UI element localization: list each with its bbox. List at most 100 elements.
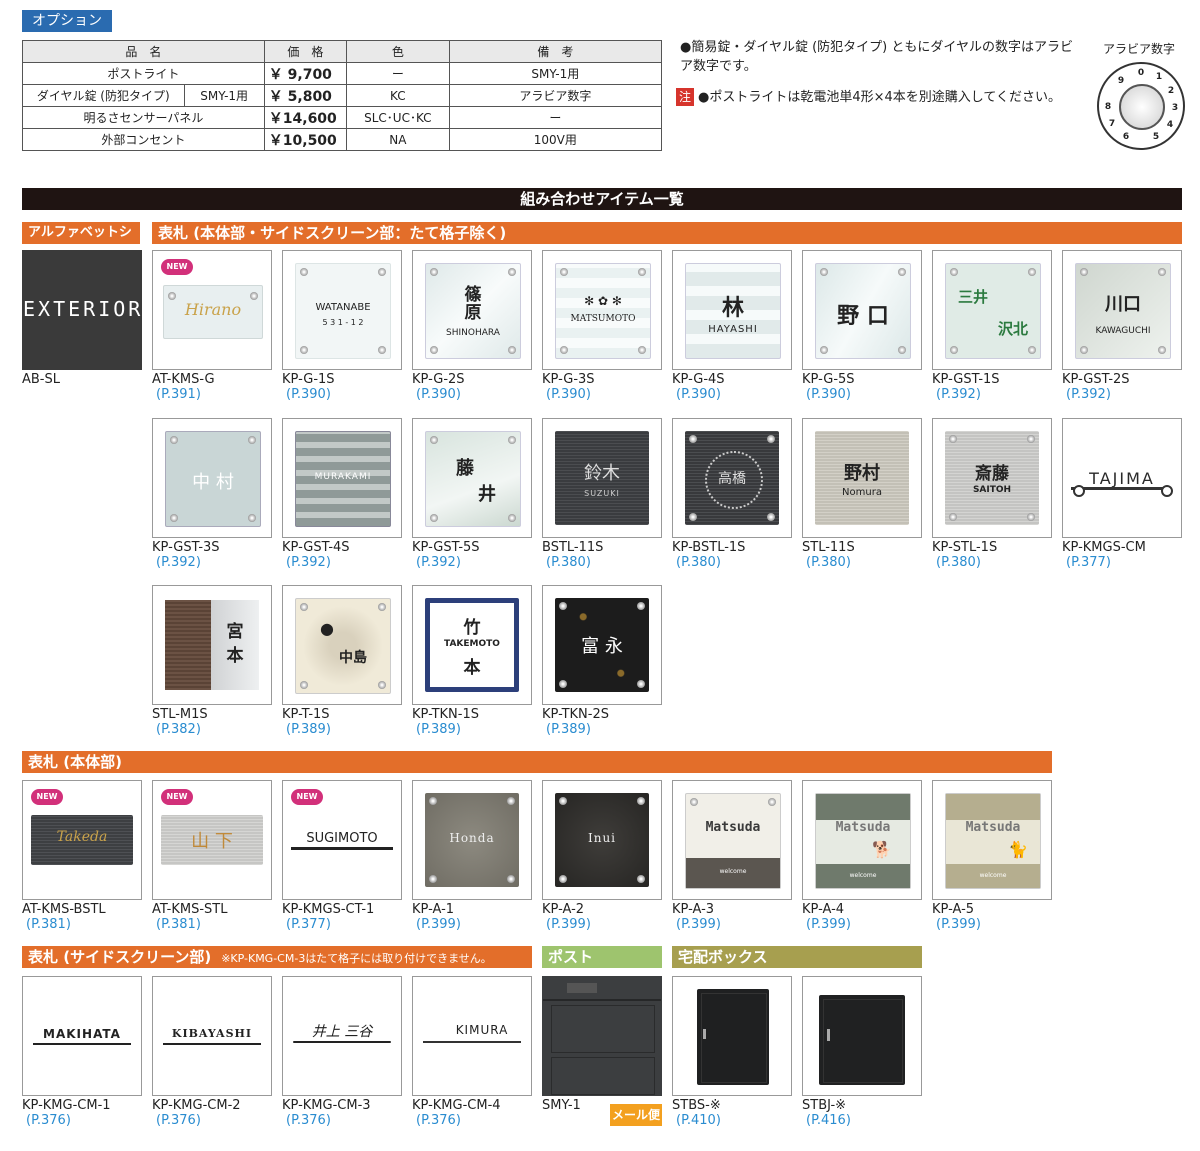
caution-mark: 注 xyxy=(676,88,694,106)
item-page-link[interactable]: (P.380) xyxy=(802,555,922,570)
item-page-link[interactable]: (P.392) xyxy=(152,555,272,570)
item-stbj[interactable]: STBJ-※ (P.416) xyxy=(802,976,922,1128)
item-kp-a-3[interactable]: Matsuda welcome KP-A-3 (P.399) xyxy=(672,780,792,932)
item-page-link[interactable]: (P.392) xyxy=(932,387,1052,402)
item-page-link[interactable]: (P.399) xyxy=(542,917,662,932)
item-page-link[interactable]: (P.376) xyxy=(152,1113,272,1128)
item-page-link[interactable]: (P.390) xyxy=(802,387,922,402)
item-at-kms-bstl[interactable]: NEW Takeda AT-KMS-BSTL (P.381) xyxy=(22,780,142,932)
item-page-link[interactable]: (P.399) xyxy=(412,917,532,932)
pin xyxy=(690,798,698,806)
item-kp-t-1s[interactable]: ● 中島 KP-T-1S (P.389) xyxy=(282,585,402,737)
dial-digit: 9 xyxy=(1117,76,1125,86)
plate-subtext: 沢北 xyxy=(997,320,1028,338)
pin xyxy=(898,268,906,276)
delivery-box-door xyxy=(701,993,767,1083)
dial-digit: 2 xyxy=(1167,86,1175,96)
pin xyxy=(508,514,516,522)
item-kp-gst-3s[interactable]: 中 村 KP-GST-3S (P.392) xyxy=(152,418,272,570)
item-kp-kmg-cm-4[interactable]: KIMURA KP-KMG-CM-4 (P.376) xyxy=(412,976,532,1128)
item-kp-bstl-1s[interactable]: 高橋 KP-BSTL-1S (P.380) xyxy=(672,418,792,570)
item-page-link[interactable]: (P.389) xyxy=(282,722,402,737)
item-page-link[interactable]: (P.377) xyxy=(282,917,402,932)
item-code: KP-G-2S xyxy=(412,372,465,387)
item-page-link[interactable]: (P.376) xyxy=(22,1113,142,1128)
item-kp-kmg-cm-2[interactable]: KIBAYASHI KP-KMG-CM-2 (P.376) xyxy=(152,976,272,1128)
item-image: 宮 本 xyxy=(152,585,272,705)
item-page-link[interactable]: (P.391) xyxy=(152,387,272,402)
item-page-link[interactable]: (P.399) xyxy=(932,917,1052,932)
item-page-link[interactable]: (P.390) xyxy=(542,387,662,402)
plate-subtext: welcome xyxy=(719,868,747,875)
item-kp-g-2s[interactable]: 篠 原 SHINOHARA KP-G-2S (P.390) xyxy=(412,250,532,402)
item-page-link[interactable]: (P.390) xyxy=(412,387,532,402)
plate-text: 井上 三谷 xyxy=(311,1024,373,1040)
item-kp-g-4s[interactable]: 林 HAYASHI KP-G-4S (P.390) xyxy=(672,250,792,402)
plate: Takeda xyxy=(31,815,133,865)
item-page-link[interactable]: (P.392) xyxy=(282,555,402,570)
item-kp-gst-4s[interactable]: MURAKAMI KP-GST-4S (P.392) xyxy=(282,418,402,570)
item-page-link[interactable]: (P.377) xyxy=(1062,555,1182,570)
item-page-link[interactable]: (P.410) xyxy=(672,1113,792,1128)
item-smy-1[interactable]: SMY-1 xyxy=(542,976,662,1113)
item-page-link[interactable]: (P.416) xyxy=(802,1113,922,1128)
item-kp-kmg-cm-1[interactable]: MAKIHATA KP-KMG-CM-1 (P.376) xyxy=(22,976,142,1128)
item-stl-11s[interactable]: 野村 Nomura STL-11S (P.380) xyxy=(802,418,922,570)
item-page-link[interactable]: (P.382) xyxy=(152,722,272,737)
pin xyxy=(950,346,958,354)
item-code: KP-KMG-CM-3 xyxy=(282,1098,371,1113)
item-kp-stl-1s[interactable]: 斎藤 SAITOH KP-STL-1S (P.380) xyxy=(932,418,1052,570)
item-image: 野村 Nomura xyxy=(802,418,922,538)
plate-subtext: SAITOH xyxy=(972,485,1012,495)
item-kp-gst-2s[interactable]: 川口 KAWAGUCHI KP-GST-2S (P.392) xyxy=(1062,250,1182,402)
item-kp-g-1s[interactable]: WATANABE 5 3 1 - 1 2 KP-G-1S (P.390) xyxy=(282,250,402,402)
item-kp-g-5s[interactable]: 野 口 KP-G-5S (P.390) xyxy=(802,250,922,402)
item-kp-tkn-2s[interactable]: 富 永 KP-TKN-2S (P.389) xyxy=(542,585,662,737)
item-page-link[interactable]: (P.381) xyxy=(152,917,272,932)
item-page-link[interactable]: (P.380) xyxy=(672,555,792,570)
item-image xyxy=(802,976,922,1096)
item-code: KP-G-4S xyxy=(672,372,725,387)
item-code: BSTL-11S xyxy=(542,540,604,555)
item-kp-a-4[interactable]: Matsuda 🐕 welcome KP-A-4 (P.399) xyxy=(802,780,922,932)
item-code: STL-11S xyxy=(802,540,855,555)
item-page-link[interactable]: (P.380) xyxy=(932,555,1052,570)
item-at-kms-stl[interactable]: NEW 山 下 AT-KMS-STL (P.381) xyxy=(152,780,272,932)
item-page-link[interactable]: (P.380) xyxy=(542,555,662,570)
plate: 鈴木 SUZUKI xyxy=(555,431,649,525)
item-kp-gst-5s[interactable]: 藤 井 KP-GST-5S (P.392) xyxy=(412,418,532,570)
item-page-link[interactable]: (P.390) xyxy=(282,387,402,402)
item-at-kms-g[interactable]: NEW Hirano AT-KMS-G (P.391) xyxy=(152,250,272,402)
item-page-link[interactable]: (P.392) xyxy=(1062,387,1182,402)
pin xyxy=(429,875,437,883)
section-alpha: アルファベットシール xyxy=(22,222,140,262)
item-kp-g-3s[interactable]: ✻ ✿ ✻ MATSUMOTO KP-G-3S (P.390) xyxy=(542,250,662,402)
item-kp-kmgs-ct-1[interactable]: NEW SUGIMOTO KP-KMGS-CT-1 (P.377) xyxy=(282,780,402,932)
item-bstl-11s[interactable]: 鈴木 SUZUKI BSTL-11S (P.380) xyxy=(542,418,662,570)
item-code: KP-GST-4S xyxy=(282,540,350,555)
item-kp-kmgs-cm[interactable]: TAJIMA KP-KMGS-CM (P.377) xyxy=(1062,418,1182,570)
item-kp-a-2[interactable]: Inui KP-A-2 (P.399) xyxy=(542,780,662,932)
item-page-link[interactable]: (P.389) xyxy=(412,722,532,737)
item-ab-sl[interactable]: EXTERIOR AB-SL xyxy=(22,250,142,387)
item-page-link[interactable]: (P.376) xyxy=(412,1113,532,1128)
item-kp-a-5[interactable]: Matsuda 🐈 welcome KP-A-5 (P.399) xyxy=(932,780,1052,932)
item-page-link[interactable]: (P.389) xyxy=(542,722,662,737)
item-kp-a-1[interactable]: Honda KP-A-1 (P.399) xyxy=(412,780,532,932)
item-page-link[interactable]: (P.390) xyxy=(672,387,792,402)
item-image: NEW 山 下 xyxy=(152,780,272,900)
item-page-link[interactable]: (P.399) xyxy=(672,917,792,932)
item-page-link[interactable]: (P.381) xyxy=(22,917,142,932)
item-image: 井上 三谷 xyxy=(282,976,402,1096)
item-kp-tkn-1s[interactable]: 竹 TAKEMOTO 本 KP-TKN-1S (P.389) xyxy=(412,585,532,737)
item-page-link[interactable]: (P.399) xyxy=(802,917,922,932)
item-stbs[interactable]: STBS-※ (P.410) xyxy=(672,976,792,1128)
item-stl-m1s[interactable]: 宮 本 STL-M1S (P.382) xyxy=(152,585,272,737)
item-kp-gst-1s[interactable]: 三井 沢北 KP-GST-1S (P.392) xyxy=(932,250,1052,402)
item-page-link[interactable]: (P.376) xyxy=(282,1113,402,1128)
plate-text: SUGIMOTO xyxy=(306,831,378,846)
col-header-price: 価 格 xyxy=(263,40,348,63)
plate-subtext: TAKEMOTO xyxy=(444,639,500,649)
item-kp-kmg-cm-3[interactable]: 井上 三谷 KP-KMG-CM-3 (P.376) xyxy=(282,976,402,1128)
item-page-link[interactable]: (P.392) xyxy=(412,555,532,570)
